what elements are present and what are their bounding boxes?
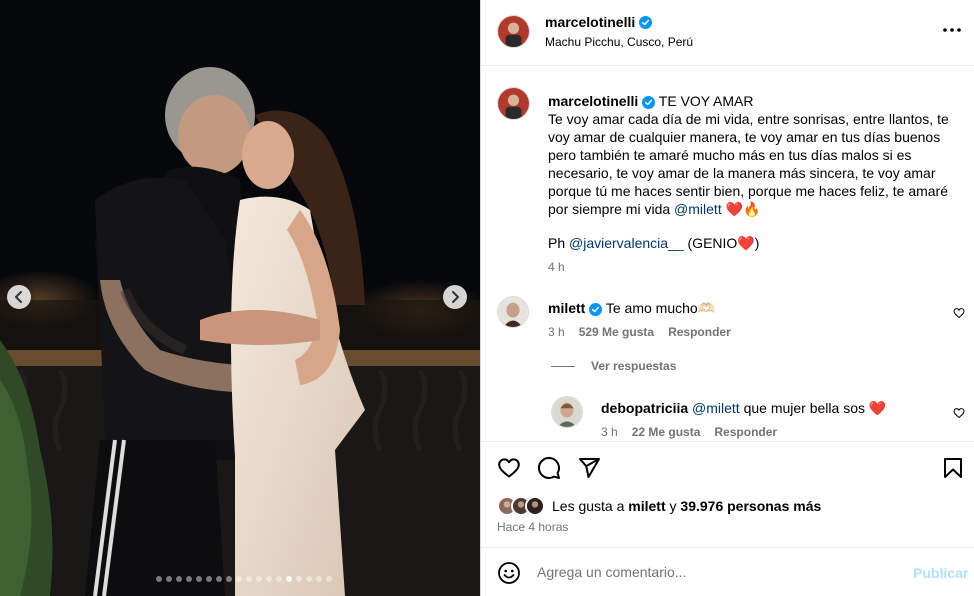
verified-badge-icon	[639, 15, 653, 29]
couple-kissing-photo	[0, 0, 480, 596]
likes-count[interactable]: 39.976 personas más	[680, 498, 821, 514]
reply-text: que mujer bella sos ❤️	[743, 400, 887, 416]
reply-mention-link[interactable]: @milett	[692, 400, 740, 416]
comment-username[interactable]: milett	[548, 300, 585, 316]
likes-joiner: y	[669, 498, 677, 514]
comment-likes[interactable]: 529 Me gusta	[579, 325, 654, 339]
carousel-dot	[186, 576, 192, 582]
carousel-dot	[266, 576, 272, 582]
replies-divider-line	[551, 365, 575, 367]
likes-summary[interactable]: Les gusta a milett y 39.976 personas más	[497, 496, 821, 516]
reply-like-heart-icon[interactable]	[953, 407, 965, 419]
likes-user[interactable]: milett	[628, 498, 665, 514]
comments-section[interactable]: marcelotinelli TE VOY AMAR Te voy amar c…	[481, 67, 974, 441]
carousel-dot	[196, 576, 202, 582]
carousel-dot	[276, 576, 282, 582]
likes-prefix: Les gusta a	[552, 498, 625, 514]
comment-time[interactable]: 3 h	[548, 325, 565, 339]
carousel-dot	[156, 576, 162, 582]
author-username[interactable]: marcelotinelli	[545, 14, 653, 30]
carousel-dot	[226, 576, 232, 582]
photo-credit: Ph @javiervalencia__ (GENIO❤️)	[548, 235, 759, 252]
chevron-left-icon	[15, 291, 22, 303]
photographer-mention-link[interactable]: @javiervalencia__	[569, 235, 684, 251]
photo-credit-suffix: (GENIO❤️)	[687, 235, 760, 251]
caption-title: TE VOY AMAR	[658, 93, 754, 109]
reply-item: debopatriciia @milett que mujer bella so…	[601, 400, 886, 417]
chevron-right-icon	[452, 291, 459, 303]
reply-button[interactable]: Responder	[668, 325, 731, 339]
comment-bubble-icon[interactable]	[537, 456, 561, 480]
like-heart-icon[interactable]	[497, 456, 521, 480]
more-options-icon[interactable]	[941, 22, 963, 38]
next-photo-button[interactable]	[443, 285, 467, 309]
carousel-dot	[326, 576, 332, 582]
comment-meta: 3 h 529 Me gusta Responder	[548, 325, 731, 339]
reply-meta: 3 h 22 Me gusta Responder	[601, 425, 777, 439]
caption-author-avatar[interactable]	[497, 87, 530, 120]
reply-reply-button[interactable]: Responder	[714, 425, 777, 439]
author-avatar[interactable]	[497, 15, 530, 48]
carousel-dot	[286, 576, 292, 582]
post-actions: Les gusta a milett y 39.976 personas más…	[481, 441, 974, 547]
post-photo[interactable]	[0, 0, 480, 596]
comment-input[interactable]	[537, 560, 897, 584]
caption-timestamp[interactable]: 4 h	[548, 260, 565, 274]
carousel-dot	[316, 576, 322, 582]
view-replies-label[interactable]: Ver respuestas	[591, 359, 676, 373]
author-username-text[interactable]: marcelotinelli	[545, 14, 635, 30]
carousel-dot	[166, 576, 172, 582]
add-comment-bar: Publicar	[481, 547, 974, 596]
reply-avatar[interactable]	[551, 396, 583, 428]
carousel-dot	[216, 576, 222, 582]
carousel-dot	[296, 576, 302, 582]
comment-avatar[interactable]	[497, 296, 529, 328]
share-send-icon[interactable]	[577, 456, 601, 480]
post-caption: marcelotinelli TE VOY AMAR Te voy amar c…	[548, 92, 968, 218]
caption-mention-link[interactable]: @milett	[674, 201, 722, 217]
reply-username[interactable]: debopatriciia	[601, 400, 688, 416]
post-timestamp[interactable]: Hace 4 horas	[497, 520, 568, 534]
reply-likes[interactable]: 22 Me gusta	[632, 425, 701, 439]
comment-item: milett Te amo mucho🫶🏻	[548, 300, 715, 317]
carousel-dot	[306, 576, 312, 582]
save-bookmark-icon[interactable]	[941, 456, 965, 480]
carousel-dot	[256, 576, 262, 582]
comment-like-heart-icon[interactable]	[953, 307, 965, 319]
liker-avatars	[497, 496, 549, 516]
post-location[interactable]: Machu Picchu, Cusco, Perú	[545, 35, 693, 49]
liker-avatar	[525, 496, 545, 516]
emoji-smiley-icon[interactable]	[497, 561, 521, 585]
carousel-indicator	[156, 576, 332, 582]
verified-badge-icon	[589, 302, 603, 316]
comment-text: Te amo mucho🫶🏻	[605, 300, 716, 316]
view-replies-toggle[interactable]: Ver respuestas	[551, 359, 676, 373]
verified-badge-icon	[642, 95, 656, 109]
caption-username[interactable]: marcelotinelli	[548, 93, 638, 109]
carousel-dot	[246, 576, 252, 582]
post-details-panel: marcelotinelli Machu Picchu, Cusco, Perú…	[480, 0, 974, 596]
carousel-dot	[236, 576, 242, 582]
reply-time[interactable]: 3 h	[601, 425, 618, 439]
carousel-dot	[206, 576, 212, 582]
previous-photo-button[interactable]	[7, 285, 31, 309]
photo-credit-prefix: Ph	[548, 235, 566, 251]
post-header: marcelotinelli Machu Picchu, Cusco, Perú	[481, 0, 974, 66]
caption-emojis: ❤️🔥	[725, 201, 761, 217]
publish-button[interactable]: Publicar	[913, 565, 968, 581]
carousel-dot	[176, 576, 182, 582]
